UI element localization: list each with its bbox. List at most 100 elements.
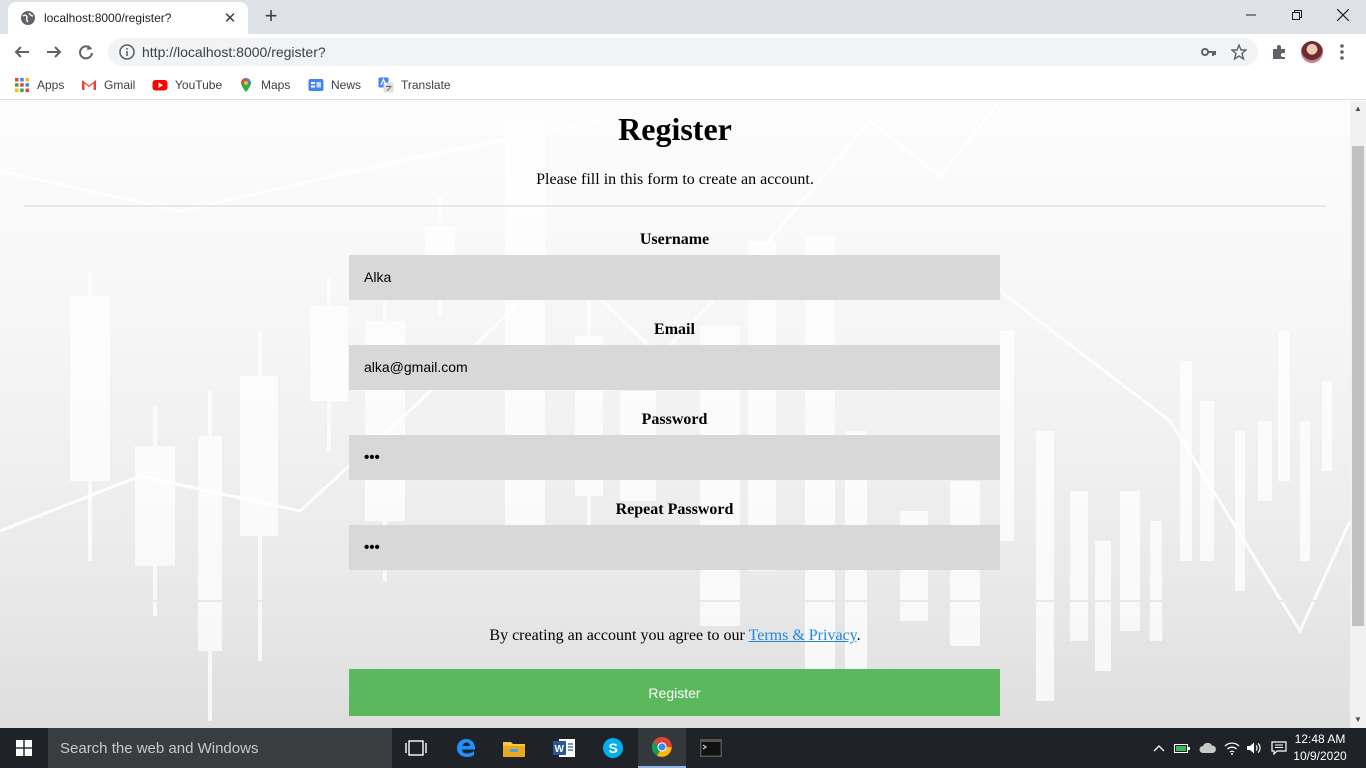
repeat-password-label: Repeat Password	[615, 501, 734, 518]
terminal-taskbar-button[interactable]	[687, 728, 735, 768]
email-input[interactable]: alka@gmail.com	[349, 345, 1000, 390]
notification-icon	[1271, 741, 1287, 755]
profile-avatar[interactable]	[1301, 41, 1323, 63]
register-form: Register Please fill in this form to cre…	[0, 101, 1350, 728]
browser-tab[interactable]: localhost:8000/register? ✕	[8, 2, 248, 34]
news-icon	[308, 79, 324, 91]
wifi-status[interactable]	[1222, 728, 1242, 768]
minimize-button[interactable]	[1228, 0, 1274, 30]
svg-text:W: W	[555, 744, 565, 755]
reload-button[interactable]	[72, 38, 100, 66]
bookmark-label: Apps	[37, 78, 65, 92]
tab-title: localhost:8000/register?	[44, 11, 172, 25]
bookmark-news[interactable]: News	[308, 76, 361, 94]
folder-icon	[503, 742, 525, 757]
battery-icon	[1174, 744, 1190, 753]
bookmark-label: News	[331, 78, 362, 92]
bookmark-apps[interactable]: Apps	[14, 76, 64, 94]
start-button[interactable]	[0, 728, 48, 768]
restore-button[interactable]	[1274, 0, 1320, 30]
page-scrollbar[interactable]: ▲ ▼	[1350, 101, 1366, 728]
system-clock[interactable]: 12:48 AM 10/9/2020	[1292, 731, 1348, 765]
url-text[interactable]: http://localhost:8000/register?	[142, 44, 1198, 60]
tab-strip: localhost:8000/register? ✕ +	[0, 0, 1366, 34]
bookmark-translate[interactable]: Translate	[378, 76, 451, 94]
terms-suffix: .	[856, 627, 861, 644]
page-title: Register	[618, 111, 732, 147]
reload-icon	[79, 45, 93, 60]
edge-icon	[457, 739, 476, 757]
back-arrow-icon	[14, 46, 29, 58]
bookmarks-bar: Apps Gmail YouTube Maps News Translate	[0, 70, 1366, 100]
star-icon	[1231, 44, 1247, 60]
password-key-button[interactable]	[1198, 41, 1220, 63]
bottom-divider	[24, 600, 1326, 602]
bookmark-star-button[interactable]	[1228, 41, 1250, 63]
puzzle-piece-icon	[1273, 45, 1285, 59]
windows-logo-icon	[16, 740, 32, 756]
cloud-icon	[1199, 742, 1216, 753]
edge-taskbar-button[interactable]	[442, 728, 490, 768]
top-divider	[24, 205, 1326, 207]
terms-privacy-link[interactable]: Terms & Privacy	[749, 627, 857, 644]
battery-status[interactable]	[1172, 728, 1192, 768]
task-view-button[interactable]	[392, 728, 440, 768]
chrome-icon	[651, 737, 672, 757]
scroll-up-icon[interactable]: ▲	[1350, 101, 1366, 117]
more-vertical-icon	[1340, 44, 1344, 60]
word-icon: W	[553, 739, 575, 757]
password-input[interactable]: •••	[349, 435, 1000, 480]
bookmark-label: YouTube	[175, 78, 223, 92]
speaker-icon	[1247, 742, 1261, 754]
minimize-icon	[1246, 14, 1256, 16]
register-button[interactable]: Register	[349, 669, 1000, 716]
info-icon[interactable]	[118, 43, 136, 61]
scroll-thumb[interactable]	[1352, 146, 1364, 626]
terms-text: By creating an account you agree to our …	[0, 627, 1350, 645]
file-explorer-taskbar-button[interactable]	[490, 728, 538, 768]
scroll-down-icon[interactable]: ▼	[1350, 712, 1366, 728]
terms-prefix: By creating an account you agree to our	[489, 627, 749, 644]
terminal-icon	[700, 739, 722, 757]
key-icon	[1201, 48, 1216, 56]
clock-date: 10/9/2020	[1293, 749, 1347, 763]
action-center-button[interactable]	[1268, 728, 1290, 768]
skype-taskbar-button[interactable]: S	[589, 728, 637, 768]
address-bar[interactable]: http://localhost:8000/register?	[108, 38, 1258, 66]
repeat-password-input[interactable]: •••	[349, 525, 1000, 570]
apps-grid-icon	[15, 78, 29, 92]
translate-icon	[378, 77, 394, 93]
close-window-button[interactable]	[1320, 0, 1366, 30]
volume-control[interactable]	[1244, 728, 1264, 768]
back-button[interactable]	[8, 38, 36, 66]
page-viewport: Register Please fill in this form to cre…	[0, 101, 1350, 728]
wifi-icon	[1224, 742, 1240, 755]
menu-button[interactable]	[1330, 40, 1354, 64]
email-label: Email	[654, 321, 695, 338]
skype-icon: S	[603, 738, 623, 758]
svg-text:S: S	[609, 740, 618, 756]
form-subtitle: Please fill in this form to create an ac…	[536, 171, 814, 188]
bookmark-maps[interactable]: Maps	[238, 76, 290, 94]
browser-toolbar: http://localhost:8000/register?	[0, 34, 1366, 70]
gmail-icon	[82, 80, 96, 90]
youtube-icon	[152, 80, 168, 91]
onedrive-status[interactable]	[1197, 728, 1219, 768]
chevron-up-icon	[1153, 745, 1165, 752]
globe-icon	[21, 11, 35, 25]
username-input[interactable]: Alka	[349, 255, 1000, 300]
taskbar-search-box[interactable]: Search the web and Windows	[48, 728, 392, 768]
close-tab-icon[interactable]: ✕	[222, 9, 238, 27]
forward-button[interactable]	[40, 38, 68, 66]
forward-arrow-icon	[47, 46, 62, 58]
bookmark-youtube[interactable]: YouTube	[152, 76, 222, 94]
extensions-button[interactable]	[1267, 40, 1291, 64]
task-view-icon	[405, 740, 427, 756]
new-tab-button[interactable]: +	[259, 5, 283, 29]
windows-taskbar: Search the web and Windows W S 12:48 AM …	[0, 728, 1366, 768]
chrome-taskbar-button[interactable]	[638, 728, 686, 768]
username-label: Username	[639, 231, 710, 248]
word-taskbar-button[interactable]: W	[540, 728, 588, 768]
show-hidden-icons-button[interactable]	[1150, 728, 1168, 768]
bookmark-gmail[interactable]: Gmail	[81, 76, 135, 94]
